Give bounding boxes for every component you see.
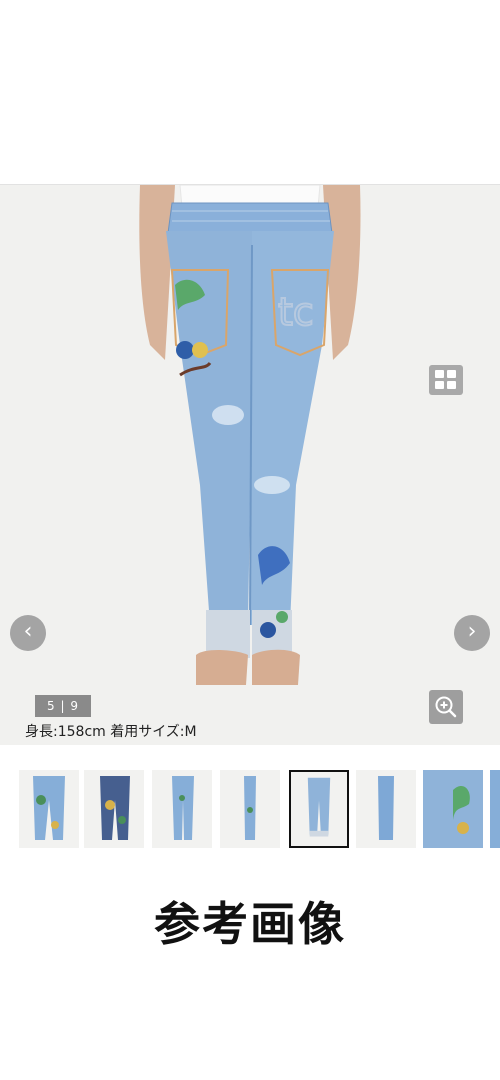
thumbnail-2[interactable]: [84, 770, 144, 848]
thumbnail-3[interactable]: [152, 770, 212, 848]
product-main-image[interactable]: tc: [0, 185, 500, 745]
thumbnail-image: [356, 770, 416, 848]
zoom-button[interactable]: [429, 690, 463, 724]
thumbnail-image: [19, 770, 79, 848]
thumbnail-image: [490, 770, 500, 848]
reference-image-banner: 参考画像: [154, 897, 346, 951]
product-image-gallery[interactable]: tc ‹ ›: [0, 185, 500, 745]
thumbnail-1[interactable]: [19, 770, 79, 848]
previous-image-button[interactable]: ‹: [10, 615, 46, 651]
grid-view-button[interactable]: [429, 365, 463, 395]
thumbnail-image: [152, 770, 212, 848]
thumbnail-image: [220, 770, 280, 848]
thumbnail-5[interactable]: [289, 770, 349, 848]
thumbnail-6[interactable]: [356, 770, 416, 848]
thumbnail-8[interactable]: [490, 770, 500, 848]
thumbnail-7[interactable]: [423, 770, 483, 848]
chevron-right-icon: ›: [467, 619, 477, 644]
top-blank-area: [0, 0, 500, 185]
thumbnail-image: [291, 772, 347, 846]
image-counter: 5 | 9: [35, 695, 91, 717]
thumbnail-image: [423, 770, 483, 848]
next-image-button[interactable]: ›: [454, 615, 490, 651]
chevron-left-icon: ‹: [23, 619, 33, 644]
thumbnail-strip: [0, 762, 500, 860]
thumbnail-4[interactable]: [220, 770, 280, 848]
svg-text:tc: tc: [278, 290, 314, 334]
model-caption: 身長:158cm 着用サイズ:M: [25, 724, 197, 740]
zoom-in-icon: [435, 696, 457, 718]
thumbnail-image: [84, 770, 144, 848]
